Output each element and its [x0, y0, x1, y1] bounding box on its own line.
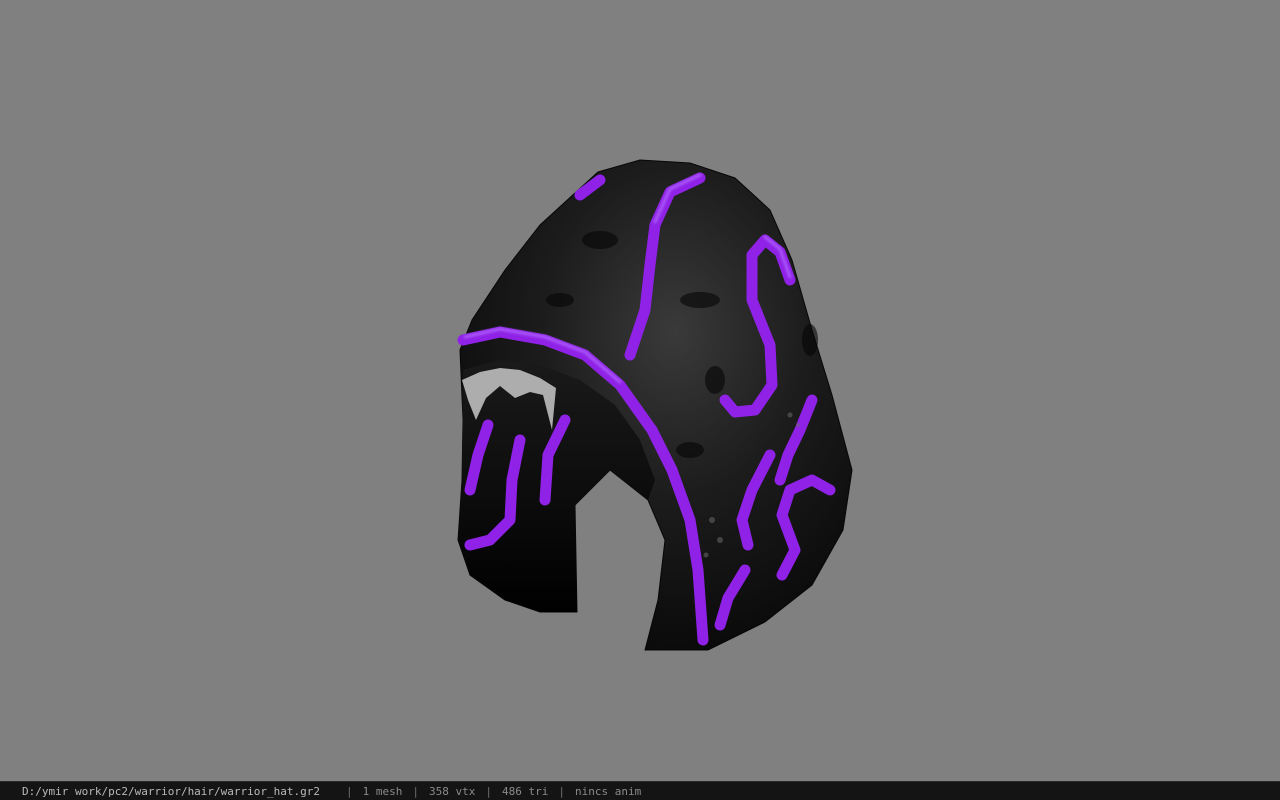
triangle-count: 486 tri [502, 784, 549, 798]
file-path: D:/ymir work/pc2/warrior/hair/warrior_ha… [22, 784, 321, 798]
vertex-count: 358 vtx [429, 784, 476, 798]
hooded-hat-model [457, 159, 853, 651]
mesh-count: 1 mesh [362, 784, 403, 798]
3d-viewport[interactable] [0, 0, 1280, 781]
separator: | [485, 784, 492, 798]
separator: | [558, 784, 565, 798]
separator: | [346, 784, 353, 798]
status-bar: D:/ymir work/pc2/warrior/hair/warrior_ha… [0, 781, 1280, 800]
separator: | [412, 784, 420, 798]
animation-status: nincs anim [574, 784, 642, 798]
